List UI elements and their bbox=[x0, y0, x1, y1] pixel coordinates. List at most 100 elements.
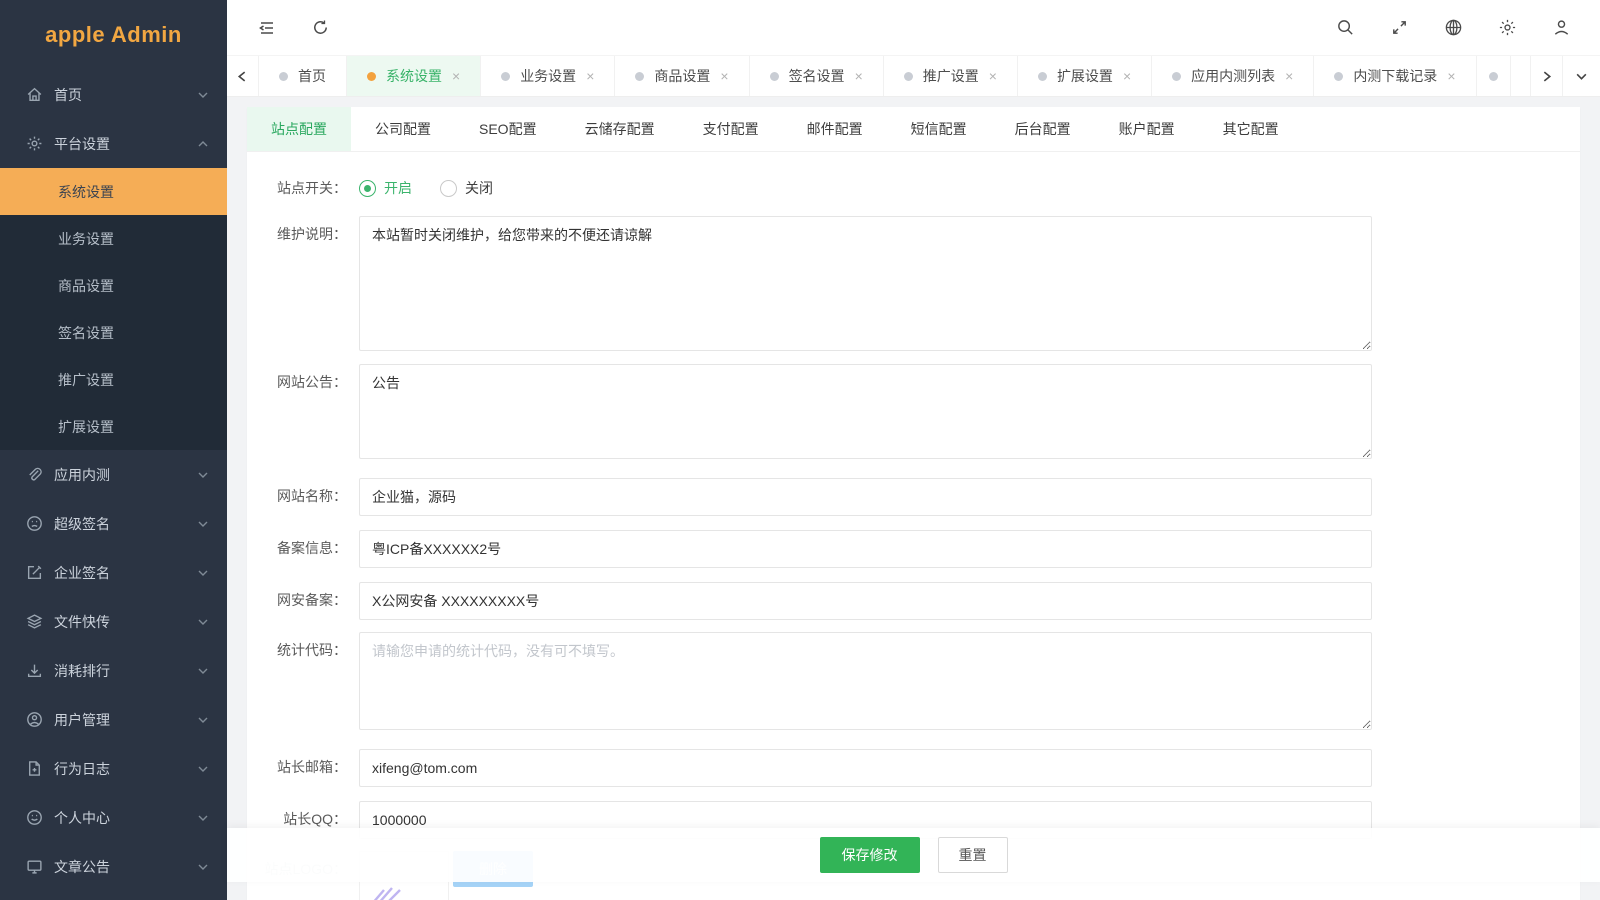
subtab-company-config[interactable]: 公司配置 bbox=[351, 107, 455, 151]
chevron-down-icon bbox=[197, 89, 209, 101]
close-tab-icon[interactable]: × bbox=[855, 69, 863, 83]
top-header bbox=[227, 0, 1600, 55]
tab-business-settings[interactable]: 业务设置 × bbox=[481, 56, 615, 96]
reset-button[interactable]: 重置 bbox=[938, 837, 1008, 873]
chevron-down-icon bbox=[197, 714, 209, 726]
sidebar-item-super-signature[interactable]: 超级签名 bbox=[0, 499, 227, 548]
tab-overflow-stub[interactable] bbox=[1477, 56, 1511, 96]
tab-label: 业务设置 bbox=[520, 66, 576, 86]
tab-label: 推广设置 bbox=[923, 66, 979, 86]
subtab-seo-config[interactable]: SEO配置 bbox=[455, 107, 561, 151]
tab-app-beta-list[interactable]: 应用内测列表 × bbox=[1152, 56, 1314, 96]
gear-icon[interactable] bbox=[1498, 18, 1518, 38]
tab-beta-download-records[interactable]: 内测下载记录 × bbox=[1314, 56, 1476, 96]
tab-dot-icon bbox=[770, 72, 779, 81]
search-icon[interactable] bbox=[1336, 18, 1356, 38]
close-tab-icon[interactable]: × bbox=[1285, 69, 1293, 83]
chevron-down-icon bbox=[197, 518, 209, 530]
sidebar-subitem-system-settings[interactable]: 系统设置 bbox=[0, 168, 227, 215]
field-label: 网安备案： bbox=[255, 582, 347, 618]
subtab-cloud-storage-config[interactable]: 云储存配置 bbox=[561, 107, 679, 151]
icp-input[interactable] bbox=[359, 530, 1372, 568]
site-switch-row: 站点开关： 开启 关闭 bbox=[255, 170, 1580, 206]
radio-site-on[interactable]: 开启 bbox=[359, 178, 412, 198]
sidebar-item-personal-center[interactable]: 个人中心 bbox=[0, 793, 227, 842]
radio-site-off[interactable]: 关闭 bbox=[440, 178, 493, 198]
subtab-backend-config[interactable]: 后台配置 bbox=[991, 107, 1095, 151]
tab-extension-settings[interactable]: 扩展设置 × bbox=[1018, 56, 1152, 96]
close-tab-icon[interactable]: × bbox=[1447, 69, 1455, 83]
tab-label: 签名设置 bbox=[789, 66, 845, 86]
close-tab-icon[interactable]: × bbox=[989, 69, 997, 83]
tabs-menu-dropdown-button[interactable] bbox=[1562, 56, 1600, 96]
police-record-input[interactable] bbox=[359, 582, 1372, 620]
tab-dot-icon bbox=[1038, 72, 1047, 81]
announcement-textarea[interactable]: 公告 bbox=[359, 364, 1372, 459]
subtab-sms-config[interactable]: 短信配置 bbox=[887, 107, 991, 151]
sidebar-subitem-promotion-settings[interactable]: 推广设置 bbox=[0, 356, 227, 403]
sidebar-item-app-beta[interactable]: 应用内测 bbox=[0, 450, 227, 499]
sidebar-subitem-signature-settings[interactable]: 签名设置 bbox=[0, 309, 227, 356]
save-button[interactable]: 保存修改 bbox=[820, 837, 920, 873]
site-name-input[interactable] bbox=[359, 478, 1372, 516]
tab-product-settings[interactable]: 商品设置 × bbox=[615, 56, 749, 96]
subtab-payment-config[interactable]: 支付配置 bbox=[679, 107, 783, 151]
field-label: 统计代码： bbox=[255, 632, 347, 668]
close-tab-icon[interactable]: × bbox=[1123, 69, 1131, 83]
sidebar-item-article-announcement[interactable]: 文章公告 bbox=[0, 842, 227, 891]
subtab-mail-config[interactable]: 邮件配置 bbox=[783, 107, 887, 151]
chevron-down-icon bbox=[197, 469, 209, 481]
edit-icon bbox=[26, 564, 43, 581]
field-label: 维护说明： bbox=[255, 216, 347, 252]
app-logo: apple Admin bbox=[0, 0, 227, 70]
tab-home[interactable]: 首页 bbox=[259, 56, 347, 96]
site-config-form: 站点开关： 开启 关闭 维 bbox=[247, 170, 1580, 900]
sidebar-item-platform-settings[interactable]: 平台设置 bbox=[0, 119, 227, 168]
webmaster-email-input[interactable] bbox=[359, 749, 1372, 787]
sidebar-subitem-business-settings[interactable]: 业务设置 bbox=[0, 215, 227, 262]
radio-label: 开启 bbox=[384, 178, 412, 198]
sidebar-subitem-product-settings[interactable]: 商品设置 bbox=[0, 262, 227, 309]
subtab-account-config[interactable]: 账户配置 bbox=[1095, 107, 1199, 151]
sidebar-item-label: 平台设置 bbox=[54, 134, 197, 154]
sidebar-item-label: 用户管理 bbox=[54, 710, 197, 730]
chevron-up-icon bbox=[197, 138, 209, 150]
form-action-bar: 保存修改 重置 bbox=[227, 828, 1600, 882]
sidebar-item-file-transfer[interactable]: 文件快传 bbox=[0, 597, 227, 646]
stats-code-textarea[interactable] bbox=[359, 632, 1372, 730]
collapse-sidebar-icon[interactable] bbox=[257, 18, 277, 38]
open-tabs: 首页 系统设置 × 业务设置 × 商品设置 × bbox=[259, 56, 1530, 96]
tabs-scroll-right-button[interactable] bbox=[1530, 56, 1562, 96]
tab-signature-settings[interactable]: 签名设置 × bbox=[750, 56, 884, 96]
chevron-down-icon bbox=[197, 567, 209, 579]
tab-dot-icon bbox=[1172, 72, 1181, 81]
sidebar-item-behavior-log[interactable]: 行为日志 bbox=[0, 744, 227, 793]
tab-label: 商品设置 bbox=[654, 66, 710, 86]
sidebar-item-enterprise-signature[interactable]: 企业签名 bbox=[0, 548, 227, 597]
admin-app: apple Admin 首页 平台设置 bbox=[0, 0, 1600, 900]
close-tab-icon[interactable]: × bbox=[452, 69, 460, 83]
fullscreen-icon[interactable] bbox=[1390, 18, 1410, 38]
tabs-scroll-left-button[interactable] bbox=[227, 56, 259, 96]
settings-subnav: 站点配置 公司配置 SEO配置 云储存配置 支付配置 邮件配置 短信配置 后台配… bbox=[247, 107, 1580, 152]
user-icon[interactable] bbox=[1552, 18, 1572, 38]
sidebar-item-home[interactable]: 首页 bbox=[0, 70, 227, 119]
maintenance-textarea[interactable]: 本站暂时关闭维护，给您带来的不便还请谅解 bbox=[359, 216, 1372, 351]
globe-icon[interactable] bbox=[1444, 18, 1464, 38]
close-tab-icon[interactable]: × bbox=[720, 69, 728, 83]
sidebar-item-label: 文件快传 bbox=[54, 612, 197, 632]
refresh-icon[interactable] bbox=[311, 18, 331, 38]
frown-icon bbox=[26, 515, 43, 532]
sidebar-item-consumption-ranking[interactable]: 消耗排行 bbox=[0, 646, 227, 695]
tab-dot-icon bbox=[501, 72, 510, 81]
tab-system-settings[interactable]: 系统设置 × bbox=[347, 56, 481, 96]
sidebar-item-user-management[interactable]: 用户管理 bbox=[0, 695, 227, 744]
tab-promotion-settings[interactable]: 推广设置 × bbox=[884, 56, 1018, 96]
subtab-site-config[interactable]: 站点配置 bbox=[247, 107, 351, 151]
close-tab-icon[interactable]: × bbox=[586, 69, 594, 83]
subtab-other-config[interactable]: 其它配置 bbox=[1199, 107, 1303, 151]
tab-dot-icon bbox=[1489, 72, 1498, 81]
sidebar-subitem-extension-settings[interactable]: 扩展设置 bbox=[0, 403, 227, 450]
webmaster-email-row: 站长邮箱： bbox=[255, 749, 1580, 787]
smile-icon bbox=[26, 809, 43, 826]
